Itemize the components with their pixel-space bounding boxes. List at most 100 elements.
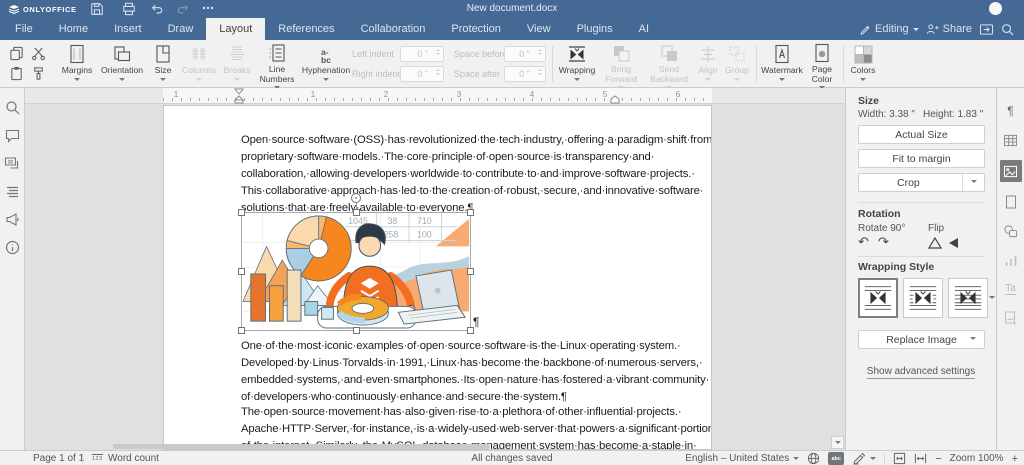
- tab-draw[interactable]: Draw: [155, 18, 207, 40]
- right-indent-marker[interactable]: [610, 95, 620, 104]
- wrap-style-tight[interactable]: [903, 278, 943, 318]
- resize-handle-n[interactable]: [353, 209, 360, 216]
- wrap-style-more-icon[interactable]: [989, 296, 995, 302]
- chevron-down-icon: [234, 78, 240, 84]
- chat-icon[interactable]: [4, 156, 20, 171]
- size-button[interactable]: Size: [148, 43, 178, 87]
- resize-handle-s[interactable]: [353, 327, 360, 334]
- chevron-down-icon: [734, 78, 740, 84]
- show-advanced-settings-link[interactable]: Show advanced settings: [846, 366, 996, 377]
- align-button: Align: [694, 43, 722, 87]
- horizontal-scrollbar[interactable]: [113, 444, 490, 449]
- line-numbers-button[interactable]: Line Numbers: [254, 43, 300, 87]
- spell-check-toggle[interactable]: abc: [828, 452, 844, 465]
- feedback-icon[interactable]: [5, 212, 20, 227]
- tab-protection[interactable]: Protection: [438, 18, 514, 40]
- fit-to-page-icon[interactable]: [893, 452, 906, 465]
- tab-home[interactable]: Home: [46, 18, 101, 40]
- orientation-button[interactable]: Orientation: [96, 43, 148, 87]
- selected-image[interactable]: 1045 38 710 258 100: [241, 212, 471, 331]
- comments-icon[interactable]: [5, 128, 20, 143]
- headers-footers-settings-tab[interactable]: [1000, 193, 1022, 211]
- avatar[interactable]: [989, 2, 1002, 15]
- horizontal-ruler[interactable]: 1 1 2 3 4 5 6: [25, 88, 845, 104]
- watermark-button[interactable]: Watermark: [760, 43, 804, 87]
- paragraph[interactable]: Open·source·software·(OSS)·has·revolutio…: [241, 132, 712, 217]
- tab-plugins[interactable]: Plugins: [564, 18, 626, 40]
- tab-collaboration[interactable]: Collaboration: [348, 18, 439, 40]
- margins-button[interactable]: Margins: [58, 43, 96, 87]
- flip-vertical-icon[interactable]: [928, 237, 942, 249]
- breaks-icon: [227, 44, 247, 64]
- fit-to-width-icon[interactable]: [914, 452, 927, 465]
- tab-insert[interactable]: Insert: [101, 18, 155, 40]
- image-settings-tab[interactable]: [1000, 160, 1022, 182]
- line-numbers-icon: [267, 43, 287, 63]
- resize-handle-e[interactable]: [467, 268, 474, 275]
- search-icon[interactable]: [1001, 23, 1014, 36]
- divider: [884, 453, 885, 464]
- editing-mode-button[interactable]: Editing: [859, 23, 919, 35]
- tab-file[interactable]: File: [2, 18, 46, 40]
- wrap-tight-icon: [906, 281, 940, 315]
- about-icon[interactable]: [5, 240, 20, 255]
- resize-handle-ne[interactable]: [467, 209, 474, 216]
- shape-settings-tab[interactable]: [1000, 222, 1022, 240]
- wrapping-button[interactable]: Wrapping: [556, 43, 598, 87]
- copy-icon[interactable]: [9, 46, 24, 61]
- rotate-ccw-icon[interactable]: ↶: [858, 234, 869, 250]
- replace-image-button[interactable]: Replace Image: [858, 330, 985, 349]
- hyphenation-button[interactable]: a-bc Hyphenation: [300, 43, 352, 87]
- resize-handle-w[interactable]: [238, 268, 245, 275]
- tab-references[interactable]: References: [265, 18, 347, 40]
- tab-ai[interactable]: AI: [626, 18, 662, 40]
- tab-view[interactable]: View: [514, 18, 564, 40]
- wrap-style-square[interactable]: [858, 278, 898, 318]
- open-file-location-icon[interactable]: [979, 23, 994, 36]
- set-language-globe-icon[interactable]: [807, 452, 820, 465]
- language-selector[interactable]: English – United States: [685, 453, 799, 464]
- left-sidebar: [0, 88, 25, 450]
- flip-label: Flip: [928, 223, 944, 234]
- document-page[interactable]: Open·source·software·(OSS)·has·revolutio…: [163, 105, 712, 450]
- actual-size-button[interactable]: Actual Size: [858, 125, 985, 144]
- navigation-headings-icon[interactable]: [5, 184, 20, 199]
- tab-layout[interactable]: Layout: [206, 18, 265, 40]
- share-button[interactable]: Share: [926, 23, 972, 35]
- colors-button[interactable]: Colors: [846, 43, 880, 87]
- crop-dropdown[interactable]: [962, 174, 984, 191]
- mail-merge-settings-tab[interactable]: [1000, 309, 1022, 327]
- rotation-handle[interactable]: [351, 193, 361, 203]
- resize-handle-sw[interactable]: [238, 327, 245, 334]
- crop-button[interactable]: Crop: [858, 173, 985, 192]
- track-changes-button[interactable]: [852, 452, 876, 465]
- zoom-in-button[interactable]: +: [1012, 453, 1018, 465]
- breaks-button: Breaks: [220, 43, 254, 87]
- image-height-value: Height: 1.83 ": [923, 109, 983, 120]
- flip-horizontal-icon[interactable]: [948, 237, 960, 249]
- indent-marker[interactable]: [234, 88, 244, 104]
- space-after-field: 0 ": [504, 66, 546, 82]
- hyphenation-icon: a-bc: [321, 48, 331, 64]
- header-bar: ONLYOFFICE New document.docx: [0, 0, 1024, 18]
- zoom-out-button[interactable]: −: [935, 453, 941, 465]
- resize-handle-nw[interactable]: [238, 209, 245, 216]
- format-painter-icon[interactable]: [31, 66, 46, 81]
- rotate-cw-icon[interactable]: ↷: [878, 234, 889, 250]
- cut-icon[interactable]: [31, 46, 46, 61]
- wrap-style-through[interactable]: [948, 278, 988, 318]
- wrapping-butterfly-icon: [567, 44, 587, 64]
- table-settings-tab[interactable]: [1000, 131, 1022, 149]
- scroll-down-button[interactable]: [831, 436, 844, 449]
- document-title: New document.docx: [0, 3, 1024, 14]
- search-icon[interactable]: [5, 100, 20, 115]
- page-color-button[interactable]: Page Color: [804, 43, 840, 87]
- paragraph[interactable]: One·of·the·most·iconic·examples·of·open·…: [241, 338, 709, 406]
- chart-settings-tab[interactable]: [1000, 251, 1022, 269]
- paragraph-settings-tab[interactable]: ¶: [1000, 102, 1022, 120]
- document-area: 1 1 2 3 4 5 6 Open·source·software·(OSS)…: [25, 88, 845, 450]
- paste-icon[interactable]: [9, 66, 24, 81]
- fit-to-margin-button[interactable]: Fit to margin: [858, 149, 985, 168]
- text-art-settings-tab[interactable]: Ta: [1000, 280, 1022, 298]
- zoom-level[interactable]: Zoom 100%: [950, 453, 1004, 464]
